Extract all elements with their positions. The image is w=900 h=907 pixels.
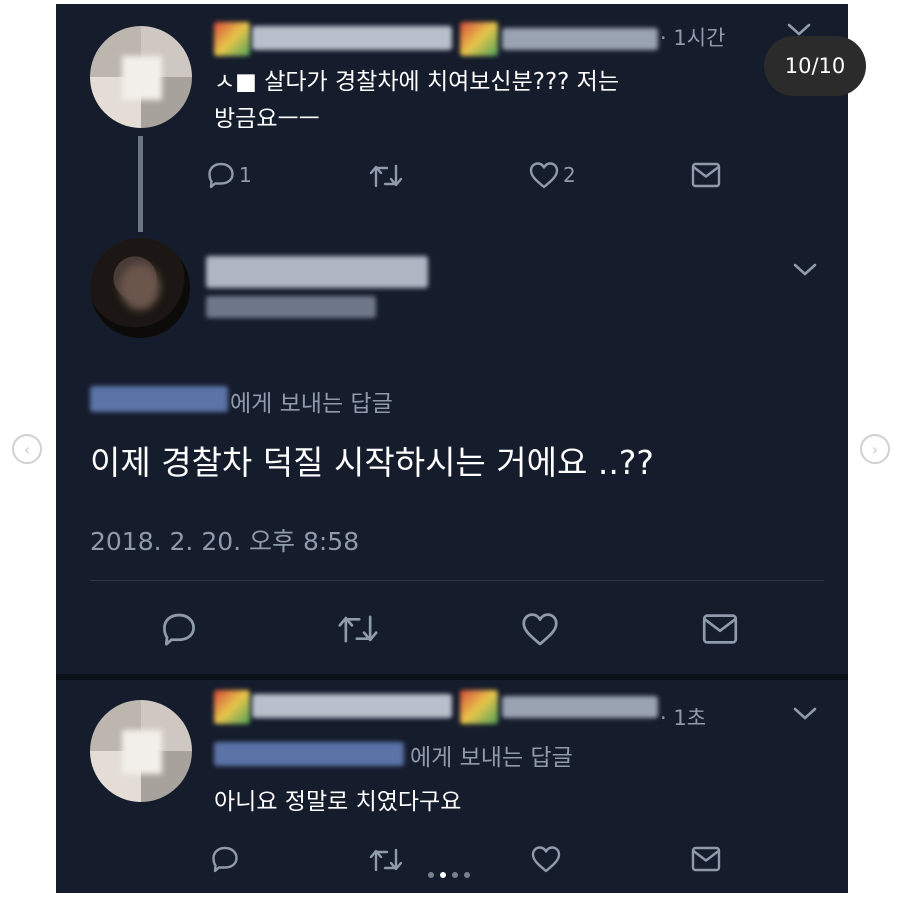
username-blurred <box>502 28 658 50</box>
reply-to-label: 에게 보내는 답글 <box>410 745 573 771</box>
like-count: 2 <box>563 163 576 187</box>
display-name-blurred <box>252 26 452 50</box>
carousel-dot[interactable] <box>440 872 446 878</box>
dm-icon[interactable] <box>700 612 740 646</box>
tweet-date: 2018. 2. 20. 오후 8:58 <box>90 527 360 556</box>
avatar-user1[interactable] <box>90 26 192 128</box>
reply-icon[interactable]: 1 <box>206 160 252 190</box>
chevron-down-icon[interactable] <box>792 706 818 722</box>
thread-line <box>138 136 143 232</box>
display-name-blurred <box>460 22 498 56</box>
like-icon[interactable]: 2 <box>528 160 576 190</box>
reply-count: 1 <box>239 163 252 187</box>
reply-icon[interactable] <box>210 844 240 874</box>
divider <box>90 580 824 581</box>
avatar-user1[interactable] <box>90 700 192 802</box>
retweet-icon[interactable] <box>336 612 380 646</box>
tweet-screenshot: · 1시간 ㅅ■ 살다가 경찰차에 치여보신분??? 저는 방금요ㅡㅡ 1 2 … <box>56 4 848 893</box>
username-blurred <box>206 296 376 318</box>
display-name-blurred <box>460 690 498 724</box>
carousel-dot[interactable] <box>452 872 458 878</box>
tweet-text: ㅅ■ 살다가 경찰차에 치여보신분??? 저는 <box>214 69 619 95</box>
reply-to-username-blurred <box>90 386 228 412</box>
chevron-left-icon[interactable]: ‹ <box>12 434 42 464</box>
display-name-blurred <box>214 690 250 724</box>
retweet-icon[interactable] <box>368 162 404 190</box>
like-icon[interactable] <box>520 610 560 648</box>
reply-to-username-blurred <box>214 742 404 766</box>
display-name-blurred <box>252 694 452 718</box>
retweet-icon[interactable] <box>368 846 404 874</box>
tweet-text: 아니요 정말로 치였다구요 <box>214 789 462 815</box>
carousel-dot[interactable] <box>464 872 470 878</box>
section-separator <box>56 674 848 680</box>
tweet-time: · 1시간 <box>660 26 726 50</box>
carousel-dot[interactable] <box>428 872 434 878</box>
display-name-blurred <box>214 22 250 56</box>
username-blurred <box>502 696 658 718</box>
reply-to-label: 에게 보내는 답글 <box>230 391 393 417</box>
chevron-down-icon[interactable] <box>792 262 818 278</box>
carousel-dots <box>428 872 470 878</box>
chevron-right-icon[interactable]: › <box>860 434 890 464</box>
reply-icon[interactable] <box>160 610 198 648</box>
dm-icon[interactable] <box>690 845 722 873</box>
dm-icon[interactable] <box>690 161 722 189</box>
display-name-blurred <box>206 256 428 288</box>
tweet-text: 방금요ㅡㅡ <box>214 106 320 132</box>
avatar-user2[interactable] <box>90 238 190 338</box>
carousel-counter: 10/10 <box>764 36 866 96</box>
tweet-time: · 1초 <box>660 706 707 730</box>
tweet-text: 이제 경찰차 덕질 시작하시는 거에요 ..?? <box>90 443 654 482</box>
like-icon[interactable] <box>530 844 562 874</box>
